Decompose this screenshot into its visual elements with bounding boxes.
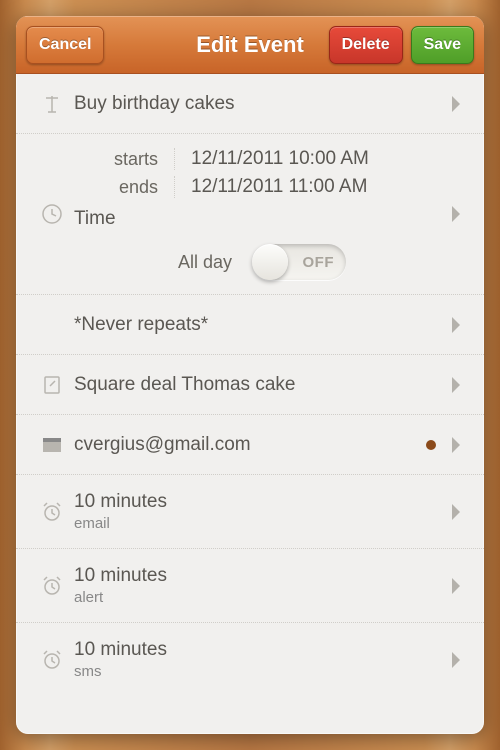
event-title-text: Buy birthday cakes [74, 93, 450, 115]
allday-toggle[interactable]: OFF [252, 244, 346, 280]
starts-value: 12/11/2011 10:00 AM [174, 148, 369, 170]
chevron-icon [450, 576, 470, 596]
calendar-row[interactable]: cvergius@gmail.com [16, 415, 484, 475]
reminder-content: 10 minutes alert [74, 565, 450, 606]
chevron-icon [450, 435, 470, 455]
event-title-row[interactable]: Buy birthday cakes [16, 74, 484, 134]
edit-event-panel: Cancel Edit Event Delete Save Buy birthd… [16, 16, 484, 734]
calendar-value: cvergius@gmail.com [74, 434, 426, 456]
allday-label: All day [178, 252, 232, 273]
reminder-row[interactable]: 10 minutes sms [16, 623, 484, 696]
location-value: Square deal Thomas cake [74, 374, 450, 396]
calendar-color-dot [426, 440, 436, 450]
clock-icon [30, 203, 74, 225]
alarm-icon [30, 649, 74, 671]
repeat-value: *Never repeats* [74, 314, 450, 336]
reminder-time: 10 minutes [74, 491, 450, 513]
chevron-icon [450, 502, 470, 522]
note-icon [30, 375, 74, 395]
alarm-icon [30, 575, 74, 597]
time-content: starts 12/11/2011 10:00 AM ends 12/11/20… [74, 148, 450, 280]
header-bar: Cancel Edit Event Delete Save [16, 16, 484, 74]
location-row[interactable]: Square deal Thomas cake [16, 355, 484, 415]
reminder-method: sms [74, 663, 450, 680]
ends-value: 12/11/2011 11:00 AM [174, 176, 367, 198]
reminder-content: 10 minutes sms [74, 639, 450, 680]
title-icon [30, 94, 74, 114]
repeat-row[interactable]: *Never repeats* [16, 295, 484, 355]
cancel-button[interactable]: Cancel [26, 26, 104, 64]
reminder-method: alert [74, 589, 450, 606]
time-section-label: Time [74, 208, 450, 230]
toggle-knob [252, 244, 288, 280]
delete-button[interactable]: Delete [329, 26, 403, 64]
content-area: Buy birthday cakes starts 12/11/2011 10:… [16, 74, 484, 734]
reminder-method: email [74, 515, 450, 532]
reminder-time: 10 minutes [74, 639, 450, 661]
save-button[interactable]: Save [411, 26, 474, 64]
chevron-icon [450, 94, 470, 114]
chevron-icon [450, 650, 470, 670]
reminder-row[interactable]: 10 minutes alert [16, 549, 484, 623]
calendar-icon [30, 437, 74, 453]
page-title: Edit Event [196, 32, 304, 58]
reminder-row[interactable]: 10 minutes email [16, 475, 484, 549]
alarm-icon [30, 501, 74, 523]
chevron-icon [450, 315, 470, 335]
ends-label: ends [74, 177, 174, 198]
toggle-state: OFF [303, 254, 335, 271]
time-row[interactable]: starts 12/11/2011 10:00 AM ends 12/11/20… [16, 134, 484, 295]
starts-label: starts [74, 149, 174, 170]
chevron-icon [450, 375, 470, 395]
reminder-content: 10 minutes email [74, 491, 450, 532]
reminder-time: 10 minutes [74, 565, 450, 587]
chevron-icon [450, 204, 470, 224]
